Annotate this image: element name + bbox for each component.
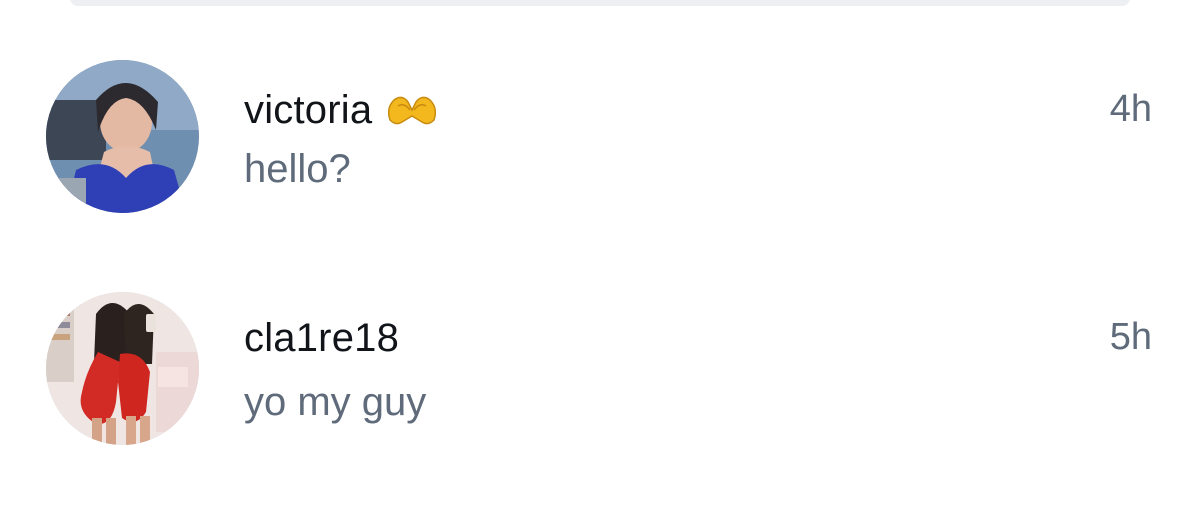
conversation-row[interactable]: victoria hello? 4h [0, 40, 1200, 230]
conversation-list: victoria hello? 4h cla1re18 yo my guy 5h [0, 0, 1200, 528]
avatar-photo [46, 292, 199, 445]
heart-hands-emoji-icon [384, 90, 440, 130]
avatar-photo [46, 60, 199, 213]
avatar[interactable] [46, 292, 199, 445]
avatar[interactable] [46, 60, 199, 213]
name-line: cla1re18 [244, 312, 399, 364]
username: victoria [244, 87, 373, 132]
message-preview: hello? [244, 147, 351, 191]
conversation-row[interactable]: cla1re18 yo my guy 5h [0, 272, 1200, 462]
timestamp: 4h [1109, 88, 1152, 130]
timestamp: 5h [1109, 316, 1152, 358]
name-line: victoria [244, 84, 440, 136]
message-preview: yo my guy [244, 380, 427, 424]
username: cla1re18 [244, 315, 400, 360]
